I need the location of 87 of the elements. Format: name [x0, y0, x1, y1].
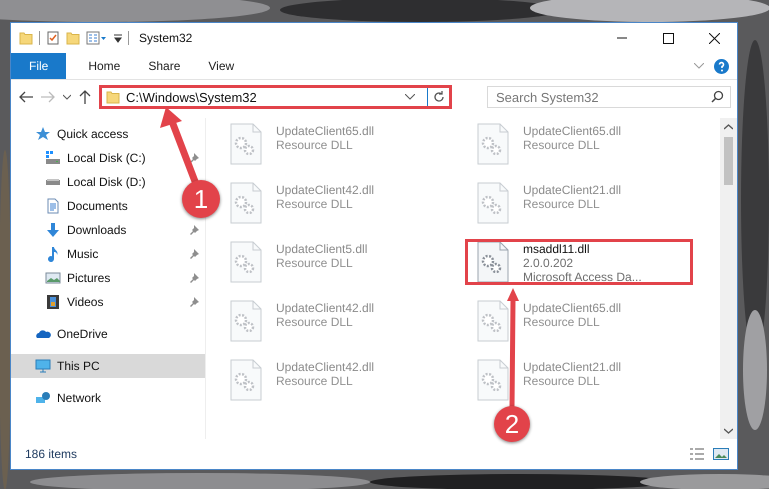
file-gear-icon: [477, 182, 509, 224]
window-title: System32: [139, 31, 192, 45]
file-name: UpdateClient42.dll: [276, 360, 374, 374]
file-detail: Resource DLL: [276, 374, 354, 388]
file-detail: 2.0.0.202: [523, 256, 574, 270]
file-detail: Resource DLL: [276, 256, 354, 270]
nav-item[interactable]: Local Disk (D:): [11, 170, 152, 194]
nav-item[interactable]: Videos: [11, 290, 110, 314]
file-detail: Resource DLL: [276, 197, 354, 211]
file-gear-icon: [477, 300, 509, 342]
help-icon[interactable]: [714, 58, 729, 74]
file-name: msaddl11.dll: [523, 242, 590, 256]
address-bar[interactable]: C:\Windows\System32: [99, 85, 452, 109]
ribbon-tab[interactable]: View: [194, 53, 248, 79]
details-view-icon[interactable]: [689, 447, 705, 461]
file-name: UpdateClient65.dll: [523, 301, 622, 315]
file-name: UpdateClient21.dll: [523, 360, 622, 374]
nav-item[interactable]: Downloads: [11, 218, 132, 242]
folder-icon: [106, 90, 120, 104]
up-button[interactable]: [79, 90, 91, 104]
file-gear-icon: [230, 241, 262, 283]
scroll-thumb[interactable]: [724, 137, 733, 185]
file-detail: Resource DLL: [523, 138, 601, 152]
pin-icon[interactable]: [189, 153, 199, 163]
file-name: UpdateClient65.dll: [523, 124, 622, 138]
file-name: UpdateClient42.dll: [276, 301, 374, 315]
file-gear-icon: [230, 123, 262, 165]
nav-item[interactable]: Documents: [11, 194, 134, 218]
nav-item[interactable]: Quick access: [11, 122, 134, 146]
search-icon[interactable]: [711, 90, 724, 103]
pictures-icon: [45, 270, 61, 286]
drive-icon: [45, 150, 61, 166]
nav-item[interactable]: Pictures: [11, 266, 116, 290]
file-item[interactable]: msaddl11.dll 2.0.0.202 Microsoft Access Da...: [465, 239, 693, 285]
recent-locations-button[interactable]: [63, 94, 71, 100]
file-gear-icon: [477, 359, 509, 401]
file-detail: Resource DLL: [523, 197, 601, 211]
pin-icon[interactable]: [189, 249, 199, 259]
new-folder-icon: [66, 31, 80, 45]
nav-item[interactable]: Network: [11, 386, 108, 410]
caret-icon[interactable]: [114, 33, 122, 43]
star-icon: [35, 126, 51, 142]
file-gear-icon: [230, 359, 262, 401]
search-field[interactable]: Search System32: [487, 86, 731, 108]
file-detail: Resource DLL: [523, 315, 601, 329]
maximize-icon[interactable]: [662, 32, 674, 44]
file-detail: Resource DLL: [276, 138, 354, 152]
file-gear-icon: [230, 182, 262, 224]
file-name: UpdateClient42.dll: [276, 183, 374, 197]
file-name: UpdateClient65.dll: [276, 124, 374, 138]
network-icon: [35, 390, 51, 406]
minimize-icon[interactable]: [617, 37, 627, 39]
scroll-up-icon[interactable]: [724, 124, 733, 130]
scroll-down-icon[interactable]: [724, 428, 733, 434]
file-detail: Microsoft Access Da...: [523, 270, 642, 284]
scrollbar[interactable]: [720, 118, 737, 439]
pin-icon[interactable]: [189, 273, 199, 283]
customize-dropdown-icon[interactable]: [86, 31, 108, 45]
back-button[interactable]: [19, 91, 33, 103]
film-icon: [45, 294, 61, 310]
nav-item[interactable]: Music: [11, 242, 104, 266]
item-count: 186 items: [25, 447, 78, 461]
nav-item[interactable]: This PC: [11, 354, 205, 378]
close-icon[interactable]: [708, 32, 720, 44]
nav-item[interactable]: OneDrive: [11, 322, 114, 346]
download-icon: [45, 222, 61, 238]
file-detail: Resource DLL: [276, 315, 354, 329]
chevron-down-icon[interactable]: [405, 94, 415, 100]
file-gear-icon: [477, 241, 509, 283]
file-menu-button[interactable]: File: [11, 53, 66, 79]
ribbon-tab[interactable]: Share: [134, 53, 194, 79]
document-icon: [45, 198, 61, 214]
nav-item[interactable]: Local Disk (C:): [11, 146, 152, 170]
large-icons-view-icon[interactable]: [713, 447, 729, 461]
pin-icon[interactable]: [189, 225, 199, 235]
properties-icon[interactable]: [46, 31, 60, 45]
file-gear-icon: [230, 300, 262, 342]
file-detail: Resource DLL: [523, 374, 601, 388]
drive-icon: [45, 178, 61, 186]
file-name: UpdateClient5.dll: [276, 242, 368, 256]
refresh-icon[interactable]: [432, 91, 444, 103]
file-gear-icon: [477, 123, 509, 165]
file-name: UpdateClient21.dll: [523, 183, 622, 197]
pin-icon[interactable]: [189, 297, 199, 307]
ribbon-tab[interactable]: Home: [74, 53, 134, 79]
folder-icon: [19, 31, 33, 45]
monitor-icon: [35, 358, 51, 374]
